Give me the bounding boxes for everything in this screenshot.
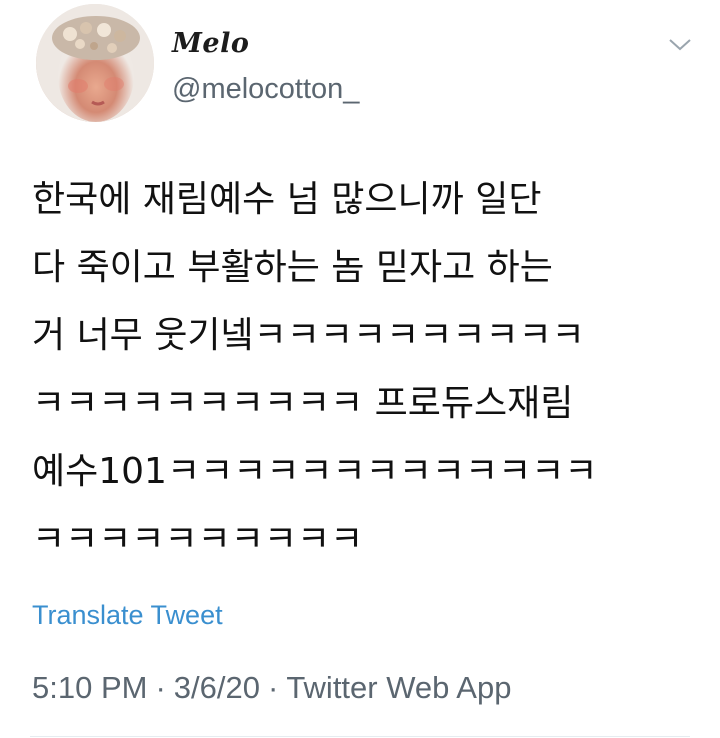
avatar-image — [36, 4, 154, 122]
separator-dot: · — [267, 670, 279, 705]
tweet-time[interactable]: 5:10 PM — [32, 670, 147, 705]
tweet-text-line: ㅋㅋㅋㅋㅋㅋㅋㅋㅋㅋ — [32, 519, 364, 560]
tweet-date[interactable]: 3/6/20 — [174, 670, 260, 705]
tweet-text-line: ㅋㅋㅋㅋㅋㅋㅋㅋㅋㅋ 프로듀스재림 — [32, 383, 574, 424]
tweet-metadata: 5:10 PM · 3/6/20 · Twitter Web App — [32, 670, 511, 706]
tweet-text-line: 한국에 재림예수 넘 많으니까 일단 — [32, 179, 542, 220]
tweet-text-line: 예수101ㅋㅋㅋㅋㅋㅋㅋㅋㅋㅋㅋㅋㅋ — [32, 451, 598, 492]
divider — [30, 736, 690, 737]
tweet-text-line: 다 죽이고 부활하는 놈 믿자고 하는 — [32, 247, 553, 288]
tweet-text-line: 거 너무 웃기넼ㅋㅋㅋㅋㅋㅋㅋㅋㅋㅋ — [32, 315, 585, 356]
translate-tweet-link[interactable]: Translate Tweet — [32, 600, 223, 631]
separator-dot: · — [155, 670, 166, 705]
tweet-card: Melo @melocotton_ 한국에 재림예수 넘 많으니까 일단 다 죽… — [0, 0, 720, 738]
avatar[interactable] — [36, 4, 154, 122]
display-name[interactable]: Melo — [172, 28, 249, 59]
chevron-down-icon[interactable] — [666, 34, 694, 54]
tweet-source[interactable]: Twitter Web App — [286, 670, 511, 705]
tweet-text: 한국에 재림예수 넘 많으니까 일단 다 죽이고 부활하는 놈 믿자고 하는 거… — [32, 166, 692, 574]
user-handle[interactable]: @melocotton_ — [172, 73, 359, 106]
